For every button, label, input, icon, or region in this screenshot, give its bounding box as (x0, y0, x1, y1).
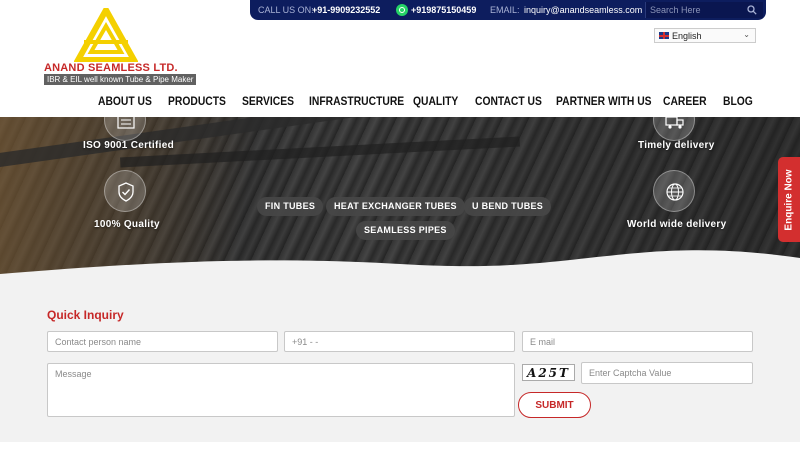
pill-fin-tubes[interactable]: FIN TUBES (257, 197, 324, 216)
page-bottom (0, 442, 800, 450)
nav-item-products[interactable]: PRODUCTS (168, 94, 226, 108)
search-box (645, 2, 763, 18)
enquire-now-label: Enquire Now (783, 168, 795, 231)
quick-inquiry-title: Quick Inquiry (47, 308, 124, 322)
whatsapp-icon[interactable] (396, 4, 408, 16)
brand-name: ANAND SEAMLESS LTD. (44, 62, 178, 74)
captcha-image: A25T (522, 364, 575, 381)
logo-triangle-icon (74, 8, 138, 62)
language-selected: English (672, 31, 702, 41)
pill-u-bend-tubes[interactable]: U BEND TUBES (464, 197, 552, 216)
nav-item-about-us[interactable]: ABOUT US (98, 94, 152, 108)
top-contact-bar: CALL US ON: +91-9909232552 +919875150459… (250, 0, 766, 20)
hero-wave (0, 250, 800, 285)
nav-item-career[interactable]: CAREER (663, 94, 707, 108)
nav-item-contact-us[interactable]: CONTACT US (475, 94, 542, 108)
phone-link[interactable]: +91-9909232552 (312, 5, 380, 15)
feature-delivery-label: Timely delivery (638, 140, 715, 151)
captcha-field[interactable] (581, 362, 753, 384)
email-field[interactable] (522, 331, 753, 352)
whatsapp-link[interactable]: +919875150459 (411, 5, 476, 15)
nav-item-blog[interactable]: BLOG (723, 94, 753, 108)
call-label: CALL US ON: (258, 5, 314, 15)
message-field[interactable] (47, 363, 515, 417)
nav-item-partner-with-us[interactable]: PARTNER WITH US (556, 94, 652, 108)
email-link[interactable]: inquiry@anandseamless.com (524, 5, 642, 15)
nav-item-services[interactable]: SERVICES (242, 94, 294, 108)
brand-tagline: IBR & EIL well known Tube & Pipe Maker (44, 74, 197, 85)
search-input[interactable] (650, 3, 740, 17)
globe-icon (653, 170, 695, 212)
main-nav: ABOUT US PRODUCTS SERVICES INFRASTRUCTUR… (0, 94, 800, 112)
site-header: ANAND SEAMLESS LTD. IBR & EIL well known… (0, 0, 800, 117)
feature-worldwide-label: World wide delivery (627, 219, 727, 230)
submit-button[interactable]: SUBMIT (518, 392, 591, 418)
nav-item-quality[interactable]: QUALITY (413, 94, 458, 108)
truck-icon (653, 117, 695, 141)
chevron-down-icon: ⌄ (743, 30, 750, 39)
brand-logo[interactable]: ANAND SEAMLESS LTD. IBR & EIL well known… (44, 8, 197, 86)
enquire-now-tab[interactable]: Enquire Now (778, 157, 800, 242)
feature-iso-label: ISO 9001 Certified (83, 140, 174, 151)
pill-heat-exchanger-tubes[interactable]: HEAT EXCHANGER TUBES (326, 197, 465, 216)
uk-flag-icon (659, 32, 669, 39)
email-label: EMAIL: (490, 5, 520, 15)
phone-field[interactable] (284, 331, 515, 352)
search-icon[interactable] (747, 5, 757, 15)
contact-name-field[interactable] (47, 331, 278, 352)
quick-inquiry-section: Quick Inquiry A25T SUBMIT (0, 285, 800, 442)
feature-quality-label: 100% Quality (94, 219, 160, 230)
nav-item-infrastructure[interactable]: INFRASTRUCTURE (309, 94, 404, 108)
shield-check-icon (104, 170, 146, 212)
language-select[interactable]: English ⌄ (654, 28, 756, 43)
hero-banner: ISO 9001 Certified Timely delivery 100% … (0, 117, 800, 285)
